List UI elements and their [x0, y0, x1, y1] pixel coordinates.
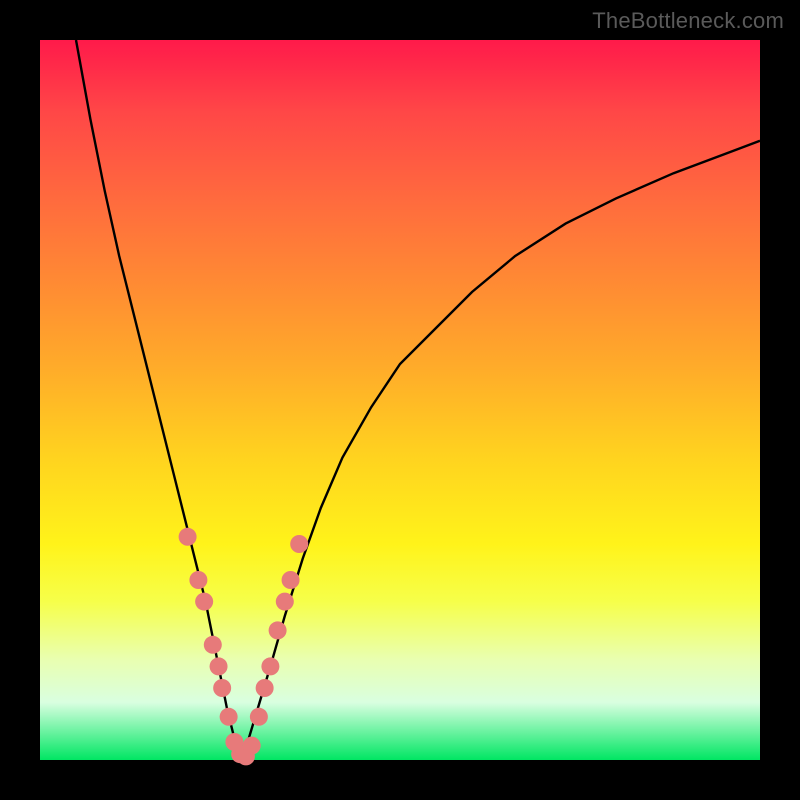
sample-dot [256, 679, 274, 697]
sample-dot [220, 708, 238, 726]
curve-right [240, 141, 760, 760]
sample-dot [179, 528, 197, 546]
sample-dot [282, 571, 300, 589]
chart-svg [40, 40, 760, 760]
sample-dot [276, 593, 294, 611]
sample-dot [269, 621, 287, 639]
sample-dot [243, 737, 261, 755]
chart-plot-area [40, 40, 760, 760]
chart-frame: TheBottleneck.com [0, 0, 800, 800]
watermark-label: TheBottleneck.com [592, 8, 784, 34]
sample-dot [204, 636, 222, 654]
sample-dot [210, 657, 228, 675]
sample-dot [250, 708, 268, 726]
sample-dot [290, 535, 308, 553]
sample-dot [213, 679, 231, 697]
sample-dot [195, 593, 213, 611]
sample-dot [261, 657, 279, 675]
sample-dots [179, 528, 309, 766]
sample-dot [189, 571, 207, 589]
